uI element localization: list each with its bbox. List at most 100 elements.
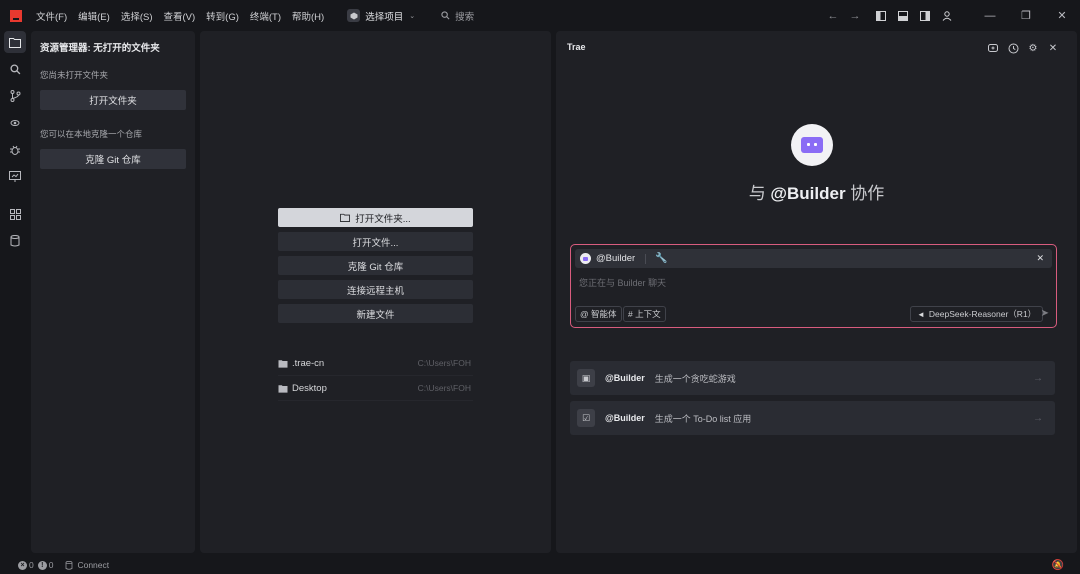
open-folder-button[interactable]: 打开文件夹: [40, 90, 186, 110]
welcome-clone-repo-button[interactable]: 克隆 Git 仓库: [278, 256, 473, 275]
recent-item[interactable]: Desktop C:\Users\FOH: [278, 376, 473, 401]
nav-forward-icon[interactable]: →: [844, 0, 866, 31]
menu-bar: 文件(F) 编辑(E) 选择(S) 查看(V) 转到(G) 终端(T) 帮助(H…: [36, 9, 335, 23]
status-bar: × 0 ! 0 Connect 🔕: [0, 556, 1080, 574]
suggestion-text: 生成一个贪吃蛇游戏: [654, 373, 736, 384]
database-icon[interactable]: [4, 230, 26, 252]
new-chat-icon[interactable]: [983, 39, 1003, 57]
agent-chip-row: @Builder 🔧 ✕: [575, 249, 1052, 268]
welcome-connect-remote-button[interactable]: 连接远程主机: [278, 280, 473, 299]
arrow-right-icon: →: [1033, 372, 1043, 384]
error-icon: ×: [18, 560, 27, 570]
source-control-icon[interactable]: [4, 85, 26, 107]
explorer-icon[interactable]: [4, 31, 26, 53]
suggestion-mention: @Builder: [605, 373, 645, 383]
send-icon[interactable]: ➤: [1041, 308, 1049, 319]
robot-icon: [801, 137, 823, 153]
search-icon[interactable]: [4, 58, 26, 80]
minimize-icon[interactable]: —: [972, 0, 1008, 31]
account-icon[interactable]: [936, 0, 958, 31]
tools-icon[interactable]: 🔧: [655, 253, 667, 264]
menu-terminal[interactable]: 终端(T): [250, 9, 281, 23]
problems-status[interactable]: × 0 ! 0: [18, 560, 53, 570]
chevron-down-icon: ⌄: [409, 12, 416, 20]
remote-explorer-icon[interactable]: [4, 112, 26, 134]
menu-help[interactable]: 帮助(H): [292, 9, 324, 23]
suggestion-card[interactable]: ▣ @Builder 生成一个贪吃蛇游戏 →: [570, 361, 1055, 395]
activity-spacer: [0, 193, 31, 203]
nav-back-icon[interactable]: ←: [822, 0, 844, 31]
debug-icon[interactable]: [4, 139, 26, 161]
suggestion-mention: @Builder: [605, 413, 645, 423]
ai-chat-panel: Trae ⚙ ✕ 与 @Builder 协作 @Builder 🔧 ✕ 您正在与…: [556, 31, 1077, 553]
chat-input-placeholder[interactable]: 您正在与 Builder 聊天: [579, 276, 666, 289]
welcome-actions: 打开文件夹... 打开文件... 克隆 Git 仓库 连接远程主机 新建文件: [278, 208, 473, 328]
restore-icon[interactable]: ❐: [1008, 0, 1044, 31]
project-select-label: 选择项目: [365, 11, 404, 23]
chip-divider: [645, 253, 647, 264]
folder-icon: [340, 213, 351, 222]
settings-gear-icon[interactable]: ⚙: [1023, 39, 1043, 57]
preview-icon[interactable]: [4, 166, 26, 188]
chat-panel-title: Trae: [567, 42, 586, 52]
connect-label: Connect: [77, 560, 110, 570]
notifications-off-icon[interactable]: 🔕: [1052, 560, 1064, 571]
agent-chip-label[interactable]: @Builder: [596, 253, 635, 264]
recent-item-path: C:\Users\FOH: [417, 358, 471, 368]
command-search[interactable]: 搜索: [441, 9, 474, 23]
menu-selection[interactable]: 选择(S): [121, 9, 153, 23]
project-select[interactable]: 选择项目 ⌄: [347, 9, 415, 23]
toggle-right-panel-icon[interactable]: [914, 0, 936, 31]
database-icon: [66, 560, 73, 570]
model-select[interactable]: ◄ DeepSeek-Reasoner（R1）: [910, 306, 1044, 322]
menu-view[interactable]: 查看(V): [163, 9, 195, 23]
arrow-right-icon: →: [1033, 412, 1043, 424]
chat-actions: ⚙ ✕: [983, 39, 1063, 57]
suggestion-card[interactable]: ☑ @Builder 生成一个 To-Do list 应用 →: [570, 401, 1055, 435]
builder-chip-icon: [580, 253, 591, 264]
history-icon[interactable]: [1003, 39, 1023, 57]
no-folder-note: 您尚未打开文件夹: [40, 70, 109, 80]
menu-file[interactable]: 文件(F): [36, 9, 67, 23]
model-select-label: DeepSeek-Reasoner（R1）: [928, 309, 1037, 319]
recent-item[interactable]: .trae-cn C:\Users\FOH: [278, 351, 473, 376]
chat-input-box: @Builder 🔧 ✕ 您正在与 Builder 聊天 @ 智能体 # 上下文…: [570, 244, 1057, 328]
context-button[interactable]: # 上下文: [623, 306, 666, 322]
title-bar: 文件(F) 编辑(E) 选择(S) 查看(V) 转到(G) 终端(T) 帮助(H…: [0, 0, 1080, 31]
toggle-bottom-panel-icon[interactable]: [892, 0, 914, 31]
menu-go[interactable]: 转到(G): [206, 9, 239, 23]
collab-agent: @Builder: [770, 184, 846, 203]
deepseek-icon: ◄: [917, 309, 925, 319]
activity-bar: [0, 31, 31, 556]
gamepad-icon: ▣: [577, 369, 595, 387]
welcome-new-file-button[interactable]: 新建文件: [278, 304, 473, 323]
close-window-icon[interactable]: ✕: [1044, 0, 1080, 31]
remove-agent-icon[interactable]: ✕: [1036, 253, 1044, 264]
welcome-open-folder-button[interactable]: 打开文件夹...: [278, 208, 473, 227]
folder-icon: [278, 384, 288, 393]
connect-status[interactable]: Connect: [65, 560, 109, 570]
warning-icon: !: [37, 560, 47, 570]
welcome-open-file-button[interactable]: 打开文件...: [278, 232, 473, 251]
explorer-panel: 资源管理器: 无打开的文件夹 您尚未打开文件夹 打开文件夹 您可以在本地克隆一个…: [31, 31, 195, 553]
suggestion-text: 生成一个 To-Do list 应用: [654, 413, 752, 424]
agent-mention-button[interactable]: @ 智能体: [575, 306, 622, 322]
explorer-title: 资源管理器: 无打开的文件夹: [40, 43, 160, 54]
menu-edit[interactable]: 编辑(E): [78, 9, 110, 23]
editor-area: 打开文件夹... 打开文件... 克隆 Git 仓库 连接远程主机 新建文件 .…: [200, 31, 551, 553]
checklist-icon: ☑: [577, 409, 595, 427]
app-logo-icon: [10, 9, 22, 22]
search-label: 搜索: [455, 11, 475, 23]
builder-avatar: [791, 124, 833, 166]
welcome-open-folder-label: 打开文件夹...: [355, 213, 411, 225]
clone-note: 您可以在本地克隆一个仓库: [40, 129, 143, 139]
close-panel-icon[interactable]: ✕: [1043, 39, 1063, 57]
clone-repo-button[interactable]: 克隆 Git 仓库: [40, 149, 186, 169]
recent-item-path: C:\Users\FOH: [417, 383, 471, 393]
extensions-icon[interactable]: [4, 203, 26, 225]
collab-suffix: 协作: [850, 184, 885, 203]
recent-projects: .trae-cn C:\Users\FOH Desktop C:\Users\F…: [278, 351, 473, 401]
toggle-left-panel-icon[interactable]: [870, 0, 892, 31]
warning-count: 0: [48, 560, 54, 570]
recent-item-name: .trae-cn: [292, 357, 325, 369]
